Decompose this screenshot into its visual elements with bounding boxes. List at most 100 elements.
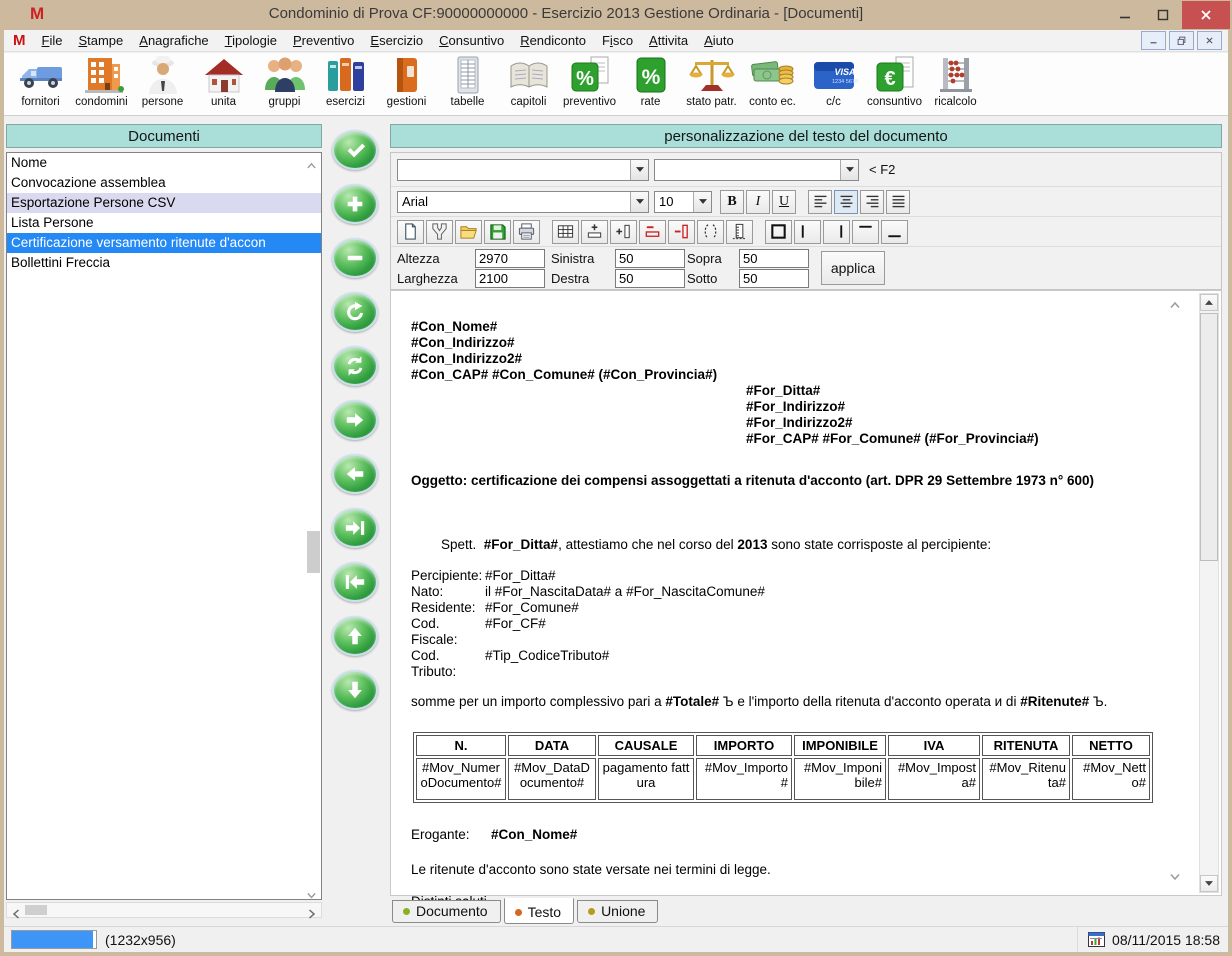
toolbar-ricalcolo[interactable]: ricalcolo [925,55,986,113]
menu-consuntivo[interactable]: Consuntivo [431,31,512,50]
tab-documento[interactable]: Documento [392,900,501,923]
align-right-button[interactable] [860,190,884,214]
combo-arrow-icon[interactable] [840,160,858,180]
border-bottom-button[interactable] [881,220,908,244]
toolbar-condomini[interactable]: condomini [71,55,132,113]
scroll-left-chevron-icon[interactable] [12,907,20,916]
add-button[interactable] [332,184,378,224]
placeholder-field-combo[interactable] [397,159,649,181]
refresh-button[interactable] [332,346,378,386]
next-button[interactable] [332,400,378,440]
scroll-right-chevron-icon[interactable] [308,907,316,916]
mail-merge-button[interactable] [426,220,453,244]
editor-vertical-scrollbar[interactable] [1199,293,1219,893]
mdi-restore-button[interactable] [1169,31,1194,50]
menu-stampe[interactable]: Stampe [70,31,131,50]
toolbar-conto-ec[interactable]: conto ec. [742,55,803,113]
toolbar-tabelle[interactable]: tabelle [437,55,498,113]
align-left-button[interactable] [808,190,832,214]
insert-column-button[interactable] [610,220,637,244]
toolbar-gestioni[interactable]: gestioni [376,55,437,113]
border-right-button[interactable] [823,220,850,244]
mdi-close-button[interactable] [1197,31,1222,50]
last-button[interactable] [332,508,378,548]
mdi-minimize-button[interactable] [1141,31,1166,50]
scroll-up-chevron-icon[interactable] [1169,296,1181,304]
tab-unione[interactable]: Unione [577,900,658,923]
print-button[interactable] [513,220,540,244]
document-list-item[interactable]: Lista Persone [7,213,321,233]
border-box-button[interactable] [765,220,792,244]
move-up-button[interactable] [332,616,378,656]
scroll-down-chevron-icon[interactable] [1169,868,1181,876]
menu-aiuto[interactable]: Aiuto [696,31,742,50]
menu-fisco[interactable]: Fisco [594,31,641,50]
menu-attivita[interactable]: Attivita [641,31,696,50]
border-top-button[interactable] [852,220,879,244]
altezza-input[interactable] [475,249,545,268]
delete-column-button[interactable] [668,220,695,244]
close-button[interactable] [1182,1,1230,29]
scrollbar-thumb[interactable] [1200,313,1218,561]
ruler-button[interactable] [726,220,753,244]
editor-inner-scrollbar[interactable] [1165,293,1185,879]
combo-arrow-icon[interactable] [630,192,648,212]
document-editor[interactable]: #Con_Nome##Con_Indirizzo##Con_Indirizzo2… [390,290,1222,896]
menu-preventivo[interactable]: Preventivo [285,31,362,50]
align-justify-button[interactable] [886,190,910,214]
combo-arrow-icon[interactable] [630,160,648,180]
document-list-item[interactable]: Convocazione assemblea [7,173,321,193]
toolbar-cc[interactable]: VISA1234 5678 9012 c/c [803,55,864,113]
applica-button[interactable]: applica [821,251,885,285]
remove-button[interactable] [332,238,378,278]
menu-file[interactable]: File [34,31,71,50]
documents-column-header[interactable]: Nome [7,153,321,173]
toolbar-stato-patr[interactable]: stato patr. [681,55,742,113]
italic-button[interactable]: I [746,190,770,214]
maximize-button[interactable] [1144,1,1182,29]
delete-row-button[interactable] [639,220,666,244]
sopra-input[interactable] [739,249,809,268]
underline-button[interactable]: U [772,190,796,214]
toolbar-fornitori[interactable]: fornitori [10,55,71,113]
documents-horizontal-scrollbar[interactable] [6,902,322,918]
menu-rendiconto[interactable]: Rendiconto [512,31,594,50]
document-list-item[interactable]: Bollettini Freccia [7,253,321,273]
cell-margins-button[interactable] [697,220,724,244]
open-button[interactable] [455,220,482,244]
menu-tipologie[interactable]: Tipologie [217,31,285,50]
undo-button[interactable] [332,292,378,332]
scroll-down-chevron-icon[interactable] [306,887,317,895]
new-document-button[interactable] [397,220,424,244]
minimize-button[interactable] [1106,1,1144,29]
toolbar-gruppi[interactable]: gruppi [254,55,315,113]
sinistra-input[interactable] [615,249,685,268]
scrollbar-down-button[interactable] [1200,875,1218,892]
document-list-item[interactable]: Esportazione Persone CSV [7,193,321,213]
document-list-item[interactable]: Certificazione versamento ritenute d'acc… [7,233,321,253]
menu-esercizio[interactable]: Esercizio [362,31,431,50]
align-center-button[interactable] [834,190,858,214]
combo-arrow-icon[interactable] [693,192,711,212]
toolbar-capitoli[interactable]: capitoli [498,55,559,113]
toolbar-preventivo[interactable]: % preventivo [559,55,620,113]
list-scrollbar-thumb[interactable] [307,531,320,573]
move-down-button[interactable] [332,670,378,710]
toolbar-esercizi[interactable]: esercizi [315,55,376,113]
bold-button[interactable]: B [720,190,744,214]
destra-input[interactable] [615,269,685,288]
border-left-button[interactable] [794,220,821,244]
confirm-button[interactable] [332,130,378,170]
previous-button[interactable] [332,454,378,494]
scroll-up-chevron-icon[interactable] [306,157,317,165]
scrollbar-up-button[interactable] [1200,294,1218,311]
tab-testo[interactable]: Testo [504,898,574,924]
first-button[interactable] [332,562,378,602]
font-name-combo[interactable]: Arial [397,191,649,213]
menu-anagrafiche[interactable]: Anagrafiche [131,31,216,50]
toolbar-rate[interactable]: % rate [620,55,681,113]
toolbar-persone[interactable]: persone [132,55,193,113]
larghezza-input[interactable] [475,269,545,288]
font-size-combo[interactable]: 10 [654,191,712,213]
toolbar-consuntivo[interactable]: € consuntivo [864,55,925,113]
